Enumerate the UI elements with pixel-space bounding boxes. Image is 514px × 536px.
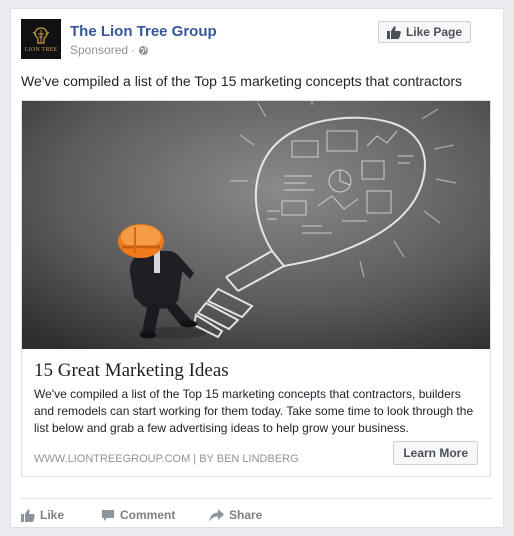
- share-icon: [209, 508, 224, 521]
- thumbs-up-icon: [386, 25, 401, 39]
- thumbs-up-icon: [21, 508, 35, 522]
- ad-illustration: [22, 101, 490, 349]
- action-divider: [21, 498, 493, 499]
- like-action-label: Like: [40, 508, 65, 522]
- sponsored-label[interactable]: Sponsored: [70, 43, 128, 57]
- separator-dot: ·: [131, 43, 136, 57]
- post-actions-bar: Like Comment Share: [21, 505, 262, 525]
- sponsored-row: Sponsored ·: [70, 43, 149, 57]
- logo-lettering: LION TREE: [24, 46, 58, 53]
- lion-tree-emblem: [32, 26, 50, 44]
- comment-icon: [102, 509, 114, 521]
- post-text: We've compiled a list of the Top 15 mark…: [21, 73, 463, 89]
- comment-action-label: Comment: [120, 508, 176, 522]
- ad-headline[interactable]: 15 Great Marketing Ideas: [34, 360, 229, 382]
- page-logo[interactable]: LION TREE: [21, 19, 61, 59]
- share-action[interactable]: Share: [209, 508, 262, 522]
- sponsored-post-card: LION TREE The Lion Tree Group Sponsored …: [10, 8, 504, 528]
- ad-description: We've compiled a list of the Top 15 mark…: [34, 387, 474, 435]
- comment-action[interactable]: Comment: [101, 508, 209, 522]
- like-page-button[interactable]: Like Page: [377, 21, 471, 43]
- page-name-link[interactable]: The Lion Tree Group: [70, 23, 217, 40]
- globe-icon[interactable]: [138, 45, 149, 56]
- link-attachment[interactable]: 15 Great Marketing Ideas We've compiled …: [21, 100, 491, 477]
- like-page-label: Like Page: [405, 25, 462, 39]
- learn-more-button[interactable]: Learn More: [393, 441, 478, 465]
- ad-image[interactable]: [22, 101, 490, 349]
- ad-domain-byline: WWW.LIONTREEGROUP.COM | BY BEN LINDBERG: [34, 453, 299, 465]
- share-action-label: Share: [229, 508, 263, 522]
- like-action[interactable]: Like: [21, 508, 101, 522]
